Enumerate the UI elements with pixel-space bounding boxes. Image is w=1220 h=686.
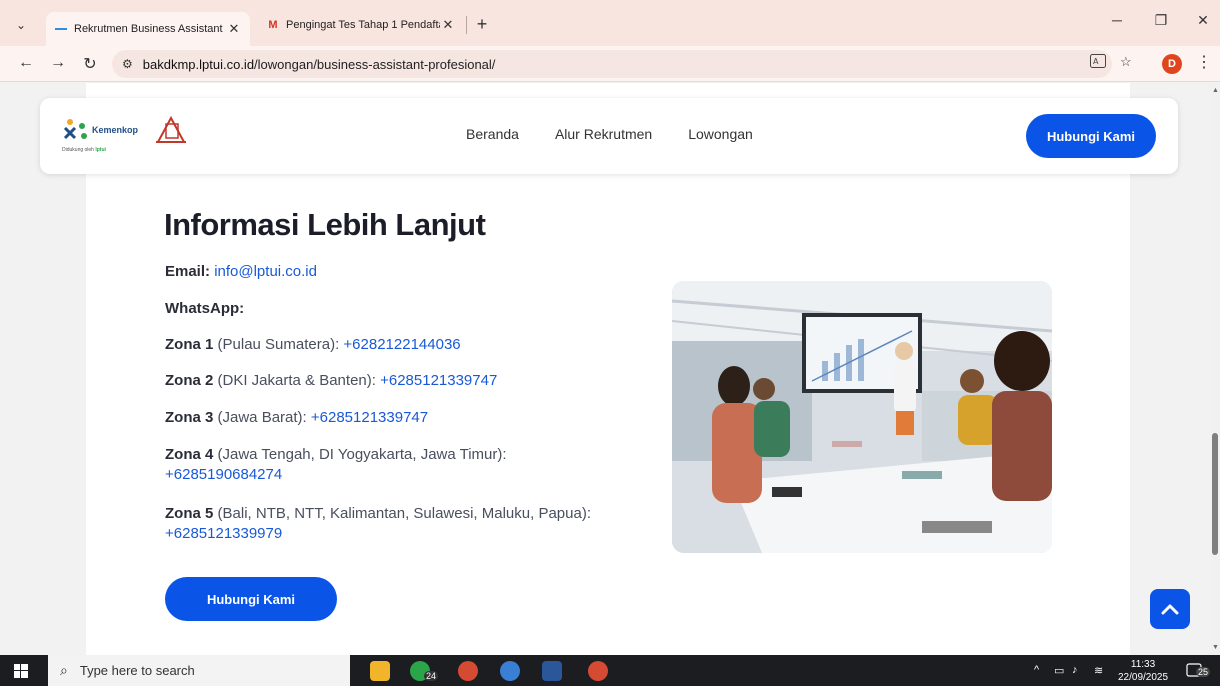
- search-placeholder: Type here to search: [79, 663, 195, 678]
- tab-gmail[interactable]: M Pengingat Tes Tahap 1 Pendafta ✕: [258, 10, 464, 40]
- email-label: Email:: [165, 263, 211, 280]
- email-link[interactable]: info@lptui.co.id: [214, 263, 317, 280]
- chrome-profile-icon[interactable]: [500, 661, 520, 681]
- windows-taskbar: ⌕ Type here to search 24 ^ ▭ ♪ ≋ 11:33 2…: [0, 655, 1220, 686]
- profile-avatar[interactable]: D: [1162, 54, 1182, 74]
- zone-item: Zona 2 (DKI Jakarta & Banten): +62851213…: [165, 372, 498, 389]
- tab-rekrutmen[interactable]: Rekrutmen Business Assistant Ja ✕: [46, 12, 250, 46]
- nav-beranda[interactable]: Beranda: [466, 126, 519, 142]
- site-info-icon[interactable]: ⚙: [122, 57, 133, 71]
- phone-link[interactable]: +6282122144036: [343, 336, 460, 353]
- tab-title: Rekrutmen Business Assistant Ja: [74, 23, 226, 35]
- reload-icon[interactable]: ↻: [78, 54, 102, 74]
- scroll-thumb[interactable]: [1212, 433, 1218, 555]
- address-bar: ← → ↻ ⚙ bakdkmp.lptui.co.id/lowongan/bus…: [0, 46, 1220, 82]
- url-path: /lowongan/business-assistant-profesional…: [254, 56, 496, 72]
- chrome-active-icon[interactable]: [588, 661, 608, 681]
- section-title: Informasi Lebih Lanjut: [164, 207, 486, 242]
- chrome-icon[interactable]: [458, 661, 478, 681]
- phone-link[interactable]: +6285121339747: [380, 372, 497, 389]
- notification-count: 25: [1196, 667, 1211, 677]
- back-to-top-button[interactable]: [1150, 589, 1190, 629]
- close-tab-icon[interactable]: ✕: [440, 17, 456, 33]
- phone-link[interactable]: +6285190684274: [165, 466, 282, 483]
- browser-tab-strip: ⌄ Rekrutmen Business Assistant Ja ✕ M Pe…: [0, 0, 1220, 46]
- koperasi-logo-icon: [156, 115, 186, 143]
- site-navbar: Kemenkop Didukung oleh lptui Beranda Alu…: [40, 98, 1178, 174]
- back-icon[interactable]: ←: [14, 54, 38, 72]
- scroll-down-arrow-icon[interactable]: ▼: [1212, 644, 1219, 651]
- close-window-icon[interactable]: ✕: [1188, 12, 1218, 29]
- kemenkop-logo[interactable]: Kemenkop Didukung oleh lptui: [62, 114, 192, 158]
- volume-icon[interactable]: ♪: [1072, 664, 1078, 676]
- hubungi-kami-button[interactable]: Hubungi Kami: [165, 577, 337, 621]
- url-host: bakdkmp.lptui.co.id: [142, 56, 255, 72]
- restore-icon[interactable]: ❐: [1146, 12, 1176, 29]
- url-input[interactable]: ⚙ bakdkmp.lptui.co.id/lowongan/business-…: [112, 50, 1112, 78]
- tab-title: Pengingat Tes Tahap 1 Pendafta: [286, 19, 440, 31]
- phone-link[interactable]: +6285121339979: [165, 525, 282, 542]
- file-explorer-icon[interactable]: [370, 661, 390, 681]
- search-icon: ⌕: [60, 662, 68, 678]
- wifi-icon[interactable]: ≋: [1094, 664, 1103, 677]
- zone-item: Zona 5 (Bali, NTB, NTT, Kalimantan, Sula…: [165, 505, 591, 542]
- zone-item: Zona 1 (Pulau Sumatera): +6282122144036: [165, 336, 461, 353]
- logo-text: Kemenkop: [92, 125, 139, 135]
- battery-icon[interactable]: ▭: [1054, 664, 1064, 677]
- translate-icon[interactable]: A: [1090, 54, 1106, 71]
- whatsapp-label: WhatsApp:: [165, 300, 245, 317]
- zone-item: Zona 4 (Jawa Tengah, DI Yogyakarta, Jawa…: [165, 446, 507, 483]
- windows-start-icon[interactable]: [14, 664, 28, 678]
- scroll-up-arrow-icon[interactable]: ▲: [1212, 87, 1219, 94]
- zone-item: Zona 3 (Jawa Barat): +6285121339747: [165, 409, 429, 426]
- word-icon[interactable]: [542, 661, 562, 681]
- nav-alur-rekrutmen[interactable]: Alur Rekrutmen: [555, 126, 652, 142]
- phone-link[interactable]: +6285121339747: [311, 409, 428, 426]
- site-nav-links: Beranda Alur Rekrutmen Lowongan: [466, 126, 753, 142]
- tab-search-chevron-icon[interactable]: ⌄: [10, 14, 32, 36]
- meeting-photo: [672, 281, 1052, 553]
- whatsapp-badge: 24: [424, 671, 439, 681]
- nav-lowongan[interactable]: Lowongan: [688, 126, 753, 142]
- logo-sub: Didukung oleh lptui: [62, 147, 106, 153]
- bookmark-star-icon[interactable]: ☆: [1120, 54, 1132, 70]
- hubungi-kami-nav-button[interactable]: Hubungi Kami: [1026, 114, 1156, 158]
- browser-menu-icon[interactable]: ⋮: [1196, 52, 1212, 72]
- chevron-up-icon: [1161, 604, 1179, 615]
- tray-expand-icon[interactable]: ^: [1034, 664, 1039, 676]
- gmail-icon: M: [268, 19, 278, 31]
- system-clock[interactable]: 11:33 22/09/2025: [1118, 658, 1168, 684]
- taskbar-search-input[interactable]: ⌕ Type here to search: [48, 655, 350, 686]
- kemenkop-emblem-icon: [63, 119, 87, 140]
- close-tab-icon[interactable]: ✕: [226, 21, 242, 37]
- minimize-icon[interactable]: ─: [1102, 12, 1132, 28]
- new-tab-button[interactable]: +: [472, 14, 492, 35]
- email-line: Email: info@lptui.co.id: [165, 262, 317, 282]
- forward-icon[interactable]: →: [46, 54, 70, 72]
- page-scrollbar[interactable]: ▲ ▼: [1210, 83, 1220, 655]
- tab-divider: [466, 16, 467, 34]
- site-favicon-icon: [54, 24, 68, 34]
- svg-text:A: A: [1093, 57, 1099, 66]
